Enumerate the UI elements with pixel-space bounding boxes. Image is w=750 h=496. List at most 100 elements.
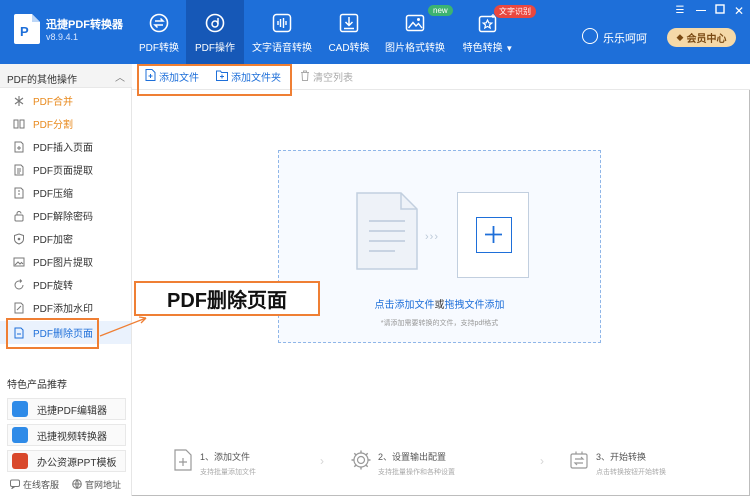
step-subtitle: 支持批量添加文件 [200,469,256,476]
recommend-label: 迅捷PDF编辑器 [37,405,107,417]
svg-text:P: P [20,24,29,39]
sidebar-item-merge[interactable]: PDF合并 [0,89,131,112]
highlight-box-toolbar [137,64,292,96]
step-separator-icon: › [540,454,544,468]
settings-gear-icon [351,450,371,470]
pdf-editor-icon [12,401,28,417]
tab-label: CAD转换 [328,43,370,54]
tab-pdf-convert[interactable]: PDF转换 [134,0,184,64]
shield-icon [13,232,25,245]
tab-label: 特色转换 ▼ [462,43,514,54]
diamond-icon: ◆ [676,32,684,42]
file-drop-zone[interactable]: ››› 点击添加文件或拖拽文件添加 *请添加需要转换的文件，支持pdf格式 [278,150,601,343]
image-extract-icon [13,256,25,268]
sidebar-item-label: PDF压缩 [33,189,73,200]
tab-pdf-operate[interactable]: PDF操作 [186,0,244,64]
chat-icon [10,479,20,491]
callout-text: PDF删除页面 [136,283,318,314]
online-service-label: 在线客服 [23,480,60,490]
split-icon [13,118,25,130]
user-name[interactable]: 乐乐呵呵 [603,30,647,46]
tab-label: 文字语音转换 [252,43,312,54]
step-title: 3、开始转换 [596,452,647,462]
step-title: 1、添加文件 [200,452,251,462]
sidebar-item-label: PDF加密 [33,235,73,246]
sidebar-item-label: PDF添加水印 [33,304,93,315]
minimize-icon[interactable]: — [694,4,708,18]
sidebar-item-label: PDF旋转 [33,281,73,292]
sidebar-item-compress[interactable]: PDF压缩 [0,181,131,204]
sidebar-item-label: PDF分割 [33,120,73,131]
recommend-title: 特色产品推荐 [7,380,67,391]
sidebar-item-rotate[interactable]: PDF旋转 [0,273,131,296]
insert-page-icon [13,141,25,153]
tab-label: PDF转换 [139,43,179,54]
click-add-file-link[interactable]: 点击添加文件 [375,300,435,311]
drag-add-file-link[interactable]: 拖拽文件添加 [445,300,505,311]
avatar[interactable] [582,28,598,44]
clear-list-label: 清空列表 [313,73,353,84]
sidebar-item-watermark[interactable]: PDF添加水印 [0,296,131,319]
tab-label: PDF操作 [195,43,235,54]
sidebar-header[interactable]: PDF的其他操作 ︿ [0,64,132,88]
caret-down-icon: ▼ [505,44,514,53]
close-icon[interactable]: ✕ [732,4,746,18]
ppt-template-icon [12,453,28,469]
step-output-config: 2、设置输出配置 支持批量操作和各种设置 [350,449,455,477]
recommend-ppt-template[interactable]: 办公资源PPT模板 [7,450,126,472]
or-text: 或 [434,300,445,311]
sidebar-item-unlock[interactable]: PDF解除密码 [0,204,131,227]
menu-icon[interactable]: ☰ [673,4,687,18]
app-name: 迅捷PDF转换器 [46,19,123,31]
official-site-link[interactable]: 官网地址 [72,478,121,491]
drop-zone-prompt: 点击添加文件或拖拽文件添加 [279,296,600,311]
sidebar-item-encrypt[interactable]: PDF加密 [0,227,131,250]
tab-label: 图片格式转换 [385,43,445,54]
app-logo-icon: P [14,14,40,44]
step-start-convert: 3、开始转换 点击转换按钮开始转换 [568,449,666,477]
merge-icon [13,95,25,107]
tab-text-voice[interactable]: 文字语音转换 [252,0,312,64]
recommend-label: 迅捷视频转换器 [37,431,107,443]
arrows-icon: ››› [425,231,439,243]
ocr-badge: 文字识别 [494,5,536,18]
add-file-step-icon [174,449,192,471]
start-convert-icon [570,451,588,469]
sidebar-item-insert-page[interactable]: PDF插入页面 [0,135,131,158]
app-version: v8.9.4.1 [46,32,79,42]
tab-cad-convert[interactable]: CAD转换 [326,0,372,64]
globe-icon [72,478,82,491]
voice-wave-icon [272,12,292,34]
sidebar-item-extract-page[interactable]: PDF页面提取 [0,158,131,181]
title-bar: P 迅捷PDF转换器 v8.9.4.1 PDF转换 PDF操作 文字语音转换 C… [0,0,750,64]
pdf-operate-icon [205,12,225,34]
step-subtitle: 点击转换按钮开始转换 [596,469,666,476]
sidebar-item-label: PDF合并 [33,97,73,108]
recommend-pdf-editor[interactable]: 迅捷PDF编辑器 [7,398,126,420]
vip-center-button[interactable]: ◆ 会员中心 [667,28,736,47]
sidebar-item-image-extract[interactable]: PDF图片提取 [0,250,131,273]
highlight-box-sidebar [6,318,99,349]
vip-label: 会员中心 [686,34,727,45]
unlock-icon [13,210,25,222]
clear-list-button[interactable]: 清空列表 [300,69,353,84]
watermark-icon [13,302,25,314]
drop-zone-hint: *请添加需要转换的文件，支持pdf格式 [380,320,499,327]
add-file-box[interactable] [457,192,529,278]
new-badge: new [428,5,453,16]
step-subtitle: 支持批量操作和各种设置 [378,469,455,476]
chevron-up-icon[interactable]: ︿ [115,69,125,84]
sidebar-title: PDF的其他操作 [7,75,77,86]
recommend-video-converter[interactable]: 迅捷视频转换器 [7,424,126,446]
step-separator-icon: › [320,454,324,468]
document-icon [356,192,418,270]
online-service-link[interactable]: 在线客服 [10,478,59,491]
compress-icon [13,187,25,199]
plus-icon [476,217,512,253]
maximize-icon[interactable] [713,4,727,18]
sidebar-item-label: PDF页面提取 [33,166,93,177]
sidebar-item-split[interactable]: PDF分割 [0,112,131,135]
convert-icon [149,12,169,34]
sidebar-item-label: PDF图片提取 [33,258,93,269]
sidebar-item-label: PDF解除密码 [33,212,93,223]
